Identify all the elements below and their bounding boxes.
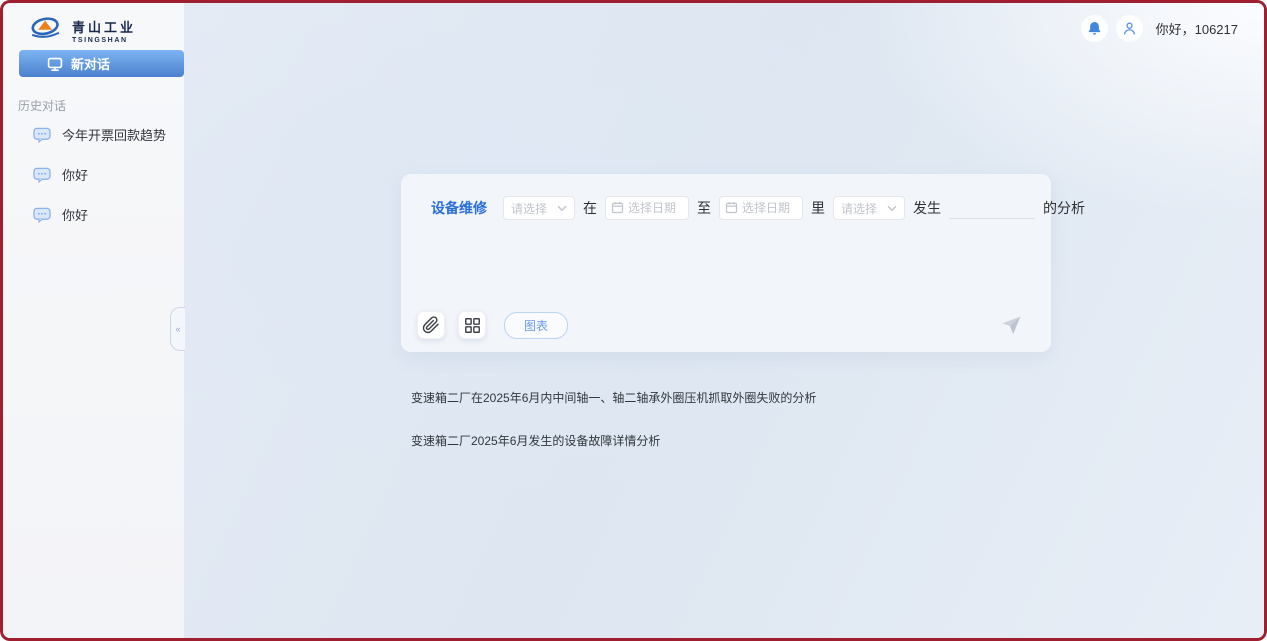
brand-title: 青山工业 (72, 17, 136, 36)
app-window: 青山工业 TSINGSHAN 新对话 历史对话 (0, 0, 1267, 641)
scope-select-placeholder: 请选择 (841, 200, 877, 217)
new-chat-button[interactable]: 新对话 (19, 50, 184, 77)
brand-subtitle: TSINGSHAN (72, 37, 136, 44)
suggestion-item[interactable]: 变速箱二厂在2025年6月内中间轴一、轴二轴承外圈压机抓取外圈失败的分析 (411, 389, 816, 406)
equipment-select[interactable]: 请选择 (503, 196, 575, 220)
history-item[interactable]: 你好 (3, 199, 184, 230)
composer-card: 设备维修 请选择 在 至 (401, 174, 1051, 352)
brand-name: 青山工业 TSINGSHAN (72, 17, 136, 44)
brand-logo: 青山工业 TSINGSHAN (27, 14, 136, 47)
attach-file-button[interactable] (417, 311, 445, 339)
bell-icon (1086, 20, 1103, 37)
user-greeting: 你好，106217 (1156, 19, 1238, 38)
header-actions: 你好，106217 (1081, 15, 1238, 42)
start-date-field[interactable] (605, 196, 689, 220)
paperclip-icon (422, 316, 440, 334)
history-section-title: 历史对话 (18, 97, 66, 114)
word-happen: 发生 (913, 198, 941, 218)
chat-bubble-icon (33, 207, 51, 223)
chevron-down-icon (887, 205, 897, 212)
chevron-down-icon (557, 205, 567, 212)
end-date-field[interactable] (719, 196, 803, 220)
composer-toolbar: 图表 (417, 310, 1023, 340)
word-in: 里 (811, 198, 825, 218)
event-blank-input[interactable] (949, 197, 1035, 219)
history-item[interactable]: 你好 (3, 159, 184, 190)
grid-icon (463, 316, 482, 335)
history-item-label: 你好 (62, 165, 88, 184)
send-plane-icon (999, 313, 1023, 337)
suggestion-item[interactable]: 变速箱二厂2025年6月发生的设备故障详情分析 (411, 432, 660, 449)
new-chat-icon (47, 56, 63, 72)
word-to: 至 (697, 198, 711, 218)
apps-grid-button[interactable] (458, 311, 486, 339)
scope-select[interactable]: 请选择 (833, 196, 905, 220)
user-icon (1121, 20, 1138, 37)
sidebar-collapse-handle[interactable]: « (170, 307, 185, 351)
history-item[interactable]: 今年开票回款趋势 (3, 119, 184, 150)
user-profile-button[interactable] (1116, 15, 1143, 42)
history-item-label: 你好 (62, 205, 88, 224)
start-date-input[interactable] (605, 196, 689, 220)
word-suffix: 的分析 (1043, 198, 1085, 218)
template-topic-label: 设备维修 (431, 198, 487, 218)
tsingshan-logo-icon (27, 14, 65, 47)
sidebar: 青山工业 TSINGSHAN 新对话 历史对话 (3, 3, 184, 638)
history-list: 今年开票回款趋势 你好 (3, 119, 184, 239)
send-button[interactable] (999, 313, 1023, 337)
chat-bubble-icon (33, 127, 51, 143)
notifications-button[interactable] (1081, 15, 1108, 42)
chat-bubble-icon (33, 167, 51, 183)
word-at: 在 (583, 198, 597, 218)
history-item-label: 今年开票回款趋势 (62, 125, 166, 144)
collapse-chevrons-icon: « (175, 324, 180, 334)
chart-toggle-button[interactable]: 图表 (504, 312, 568, 339)
template-sentence-row: 设备维修 请选择 在 至 (401, 174, 1051, 220)
equipment-select-placeholder: 请选择 (511, 200, 547, 217)
end-date-input[interactable] (719, 196, 803, 220)
new-chat-label: 新对话 (71, 54, 110, 73)
